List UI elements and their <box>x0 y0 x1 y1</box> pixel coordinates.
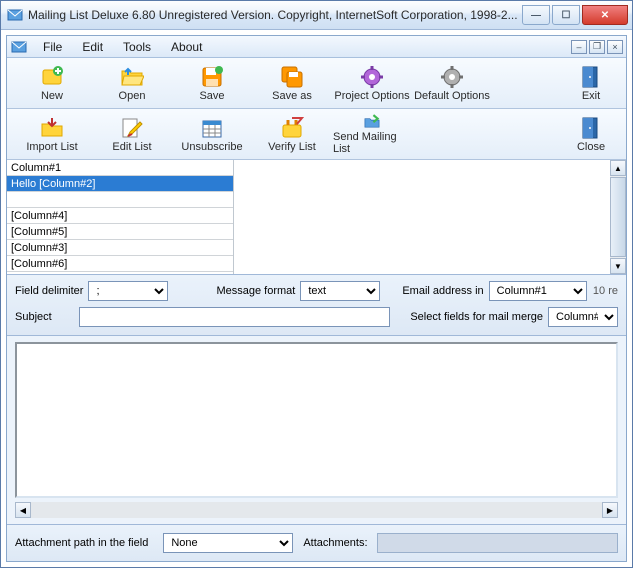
project-options-label: Project Options <box>334 90 409 102</box>
options-panel: Field delimiter ; Message format text Em… <box>7 275 626 336</box>
new-label: New <box>41 90 63 102</box>
save-button[interactable]: Save <box>172 61 252 105</box>
door-close-icon <box>579 116 603 140</box>
edit-list-label: Edit List <box>112 141 151 153</box>
calendar-icon <box>200 116 224 140</box>
list-item[interactable]: Column#1 <box>7 160 233 176</box>
list-item[interactable]: Hello [Column#2] <box>7 176 233 192</box>
edit-list-button[interactable]: Edit List <box>92 112 172 156</box>
scroll-right-icon[interactable]: ▶ <box>602 502 618 518</box>
app-icon <box>7 7 23 23</box>
send-mailing-label: Send Mailing List <box>333 131 411 155</box>
menubar: File Edit Tools About – ❐ × <box>7 36 626 58</box>
mdi-minimize-button[interactable]: – <box>571 40 587 54</box>
verify-list-label: Verify List <box>268 141 316 153</box>
scroll-up-icon[interactable]: ▲ <box>610 160 626 176</box>
message-body[interactable] <box>15 342 618 498</box>
send-mailing-button[interactable]: Send Mailing List <box>332 112 412 156</box>
preview-pane: ▲ ▼ <box>234 160 626 274</box>
menu-app-icon <box>11 39 27 55</box>
close-label: Close <box>577 141 605 153</box>
menu-tools[interactable]: Tools <box>113 37 161 57</box>
record-count: 10 re <box>593 285 618 297</box>
maximize-button[interactable]: ☐ <box>552 5 580 25</box>
attachments-label: Attachments: <box>303 537 367 549</box>
inner-frame: File Edit Tools About – ❐ × New Open Sav… <box>6 35 627 562</box>
attach-path-select[interactable]: None <box>163 533 293 553</box>
titlebar: Mailing List Deluxe 6.80 Unregistered Ve… <box>1 1 632 30</box>
send-icon <box>360 113 384 130</box>
app-window: Mailing List Deluxe 6.80 Unregistered Ve… <box>0 0 633 568</box>
list-item[interactable]: [Column#3] <box>7 240 233 256</box>
pencil-icon <box>120 116 144 140</box>
list-item[interactable] <box>7 192 233 208</box>
email-addr-label: Email address in <box>402 285 483 297</box>
mdi-close-button[interactable]: × <box>607 40 623 54</box>
gear-gray-icon <box>440 65 464 89</box>
saveas-label: Save as <box>272 90 312 102</box>
toolbar-list: Import List Edit List Unsubscribe Verify… <box>7 109 626 160</box>
exit-label: Exit <box>582 90 600 102</box>
close-button[interactable]: Close <box>561 112 621 156</box>
save-label: Save <box>199 90 224 102</box>
field-delimiter-select[interactable]: ; <box>88 281 168 301</box>
preview-scrollbar[interactable]: ▲ ▼ <box>610 160 626 274</box>
open-icon <box>120 65 144 89</box>
unsubscribe-button[interactable]: Unsubscribe <box>172 112 252 156</box>
open-label: Open <box>119 90 146 102</box>
save-icon <box>200 65 224 89</box>
list-item[interactable]: [Column#5] <box>7 224 233 240</box>
field-delimiter-label: Field delimiter <box>15 285 83 297</box>
new-icon <box>40 65 64 89</box>
email-addr-select[interactable]: Column#1 <box>489 281 587 301</box>
window-title: Mailing List Deluxe 6.80 Unregistered Ve… <box>28 8 520 22</box>
scroll-thumb[interactable] <box>610 177 626 257</box>
field-list[interactable]: Column#1Hello [Column#2][Column#4][Colum… <box>7 160 234 274</box>
verify-list-button[interactable]: Verify List <box>252 112 332 156</box>
unsubscribe-label: Unsubscribe <box>181 141 242 153</box>
window-controls: — ☐ ✕ <box>520 5 628 25</box>
scroll-down-icon[interactable]: ▼ <box>610 258 626 274</box>
door-exit-icon <box>579 65 603 89</box>
message-hscroll[interactable]: ◀ ▶ <box>15 502 618 518</box>
mailmerge-label: Select fields for mail merge <box>410 311 543 323</box>
menu-about[interactable]: About <box>161 37 212 57</box>
close-window-button[interactable]: ✕ <box>582 5 628 25</box>
toolbar-main: New Open Save Save as Project Options De… <box>7 58 626 109</box>
mdi-controls: – ❐ × <box>571 40 626 54</box>
verify-icon <box>280 116 304 140</box>
attachment-panel: Attachment path in the field None Attach… <box>7 524 626 561</box>
attachments-box[interactable] <box>377 533 618 553</box>
message-format-label: Message format <box>216 285 295 297</box>
mailmerge-select[interactable]: Column#1 <box>548 307 618 327</box>
content-area: Column#1Hello [Column#2][Column#4][Colum… <box>7 160 626 561</box>
saveas-button[interactable]: Save as <box>252 61 332 105</box>
default-options-button[interactable]: Default Options <box>412 61 492 105</box>
list-item[interactable]: [Column#6] <box>7 256 233 272</box>
scroll-left-icon[interactable]: ◀ <box>15 502 31 518</box>
import-list-button[interactable]: Import List <box>12 112 92 156</box>
default-options-label: Default Options <box>414 90 490 102</box>
subject-input[interactable] <box>79 307 390 327</box>
mdi-restore-button[interactable]: ❐ <box>589 40 605 54</box>
message-format-select[interactable]: text <box>300 281 380 301</box>
gear-icon <box>360 65 384 89</box>
open-button[interactable]: Open <box>92 61 172 105</box>
menu-file[interactable]: File <box>33 37 72 57</box>
hscroll-track[interactable] <box>31 502 602 518</box>
menu-edit[interactable]: Edit <box>72 37 113 57</box>
list-section: Column#1Hello [Column#2][Column#4][Colum… <box>7 160 626 275</box>
import-icon <box>40 116 64 140</box>
saveas-icon <box>280 65 304 89</box>
subject-label: Subject <box>15 311 52 323</box>
list-item[interactable]: [Column#4] <box>7 208 233 224</box>
new-button[interactable]: New <box>12 61 92 105</box>
attach-path-label: Attachment path in the field <box>15 537 148 549</box>
import-list-label: Import List <box>26 141 77 153</box>
minimize-button[interactable]: — <box>522 5 550 25</box>
project-options-button[interactable]: Project Options <box>332 61 412 105</box>
exit-button[interactable]: Exit <box>561 61 621 105</box>
